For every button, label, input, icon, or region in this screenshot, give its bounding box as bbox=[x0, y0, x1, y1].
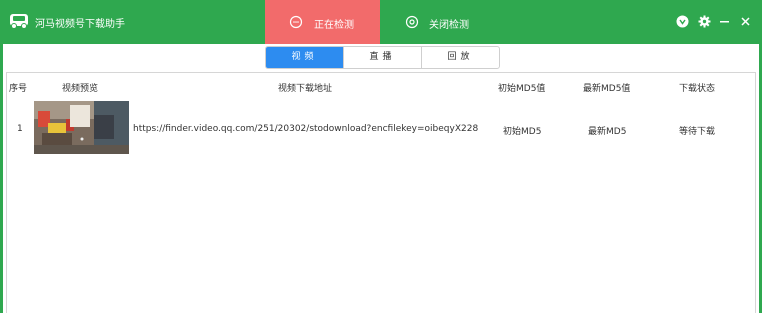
tab-close-detect-label: 关闭检测 bbox=[429, 20, 469, 31]
header-preview: 视频预览 bbox=[62, 84, 99, 94]
segment-replay[interactable]: 回放 bbox=[421, 47, 499, 68]
header-initial-md5: 初始MD5值 bbox=[498, 84, 546, 94]
tab-detecting-label: 正在检测 bbox=[314, 20, 354, 31]
main-panel: 视频 直播 回放 序号 视频预览 视频下载地址 初始MD5值 最新MD5值 下载… bbox=[3, 44, 759, 313]
gear-icon[interactable] bbox=[698, 15, 711, 28]
shield-icon[interactable] bbox=[676, 15, 689, 28]
video-thumbnail[interactable] bbox=[34, 101, 129, 154]
speech-bubble-icon bbox=[289, 15, 303, 29]
stop-circle-icon bbox=[405, 15, 419, 29]
media-type-segment: 视频 直播 回放 bbox=[265, 46, 500, 69]
row-initial-md5: 初始MD5 bbox=[503, 127, 542, 137]
title-bar: 河马视频号下载助手 正在检测 关闭检测 bbox=[0, 0, 762, 44]
segment-live[interactable]: 直播 bbox=[343, 47, 421, 68]
app-title: 河马视频号下载助手 bbox=[35, 19, 125, 30]
tab-detecting[interactable]: 正在检测 bbox=[265, 0, 380, 44]
row-status: 等待下载 bbox=[679, 127, 716, 137]
header-url: 视频下载地址 bbox=[278, 84, 333, 94]
row-latest-md5: 最新MD5 bbox=[588, 127, 627, 137]
header-latest-md5: 最新MD5值 bbox=[583, 84, 631, 94]
row-url[interactable]: https://finder.video.qq.com/251/20302/st… bbox=[133, 124, 483, 134]
header-index: 序号 bbox=[9, 84, 28, 94]
car-logo-icon bbox=[8, 9, 30, 31]
minimize-icon[interactable] bbox=[718, 15, 731, 28]
header-status: 下载状态 bbox=[679, 84, 716, 94]
tab-close-detect[interactable]: 关闭检测 bbox=[395, 0, 495, 44]
row-index: 1 bbox=[17, 124, 23, 134]
close-icon[interactable] bbox=[739, 15, 752, 28]
video-table: 序号 视频预览 视频下载地址 初始MD5值 最新MD5值 下载状态 1 http… bbox=[6, 72, 756, 313]
segment-video[interactable]: 视频 bbox=[266, 47, 343, 68]
